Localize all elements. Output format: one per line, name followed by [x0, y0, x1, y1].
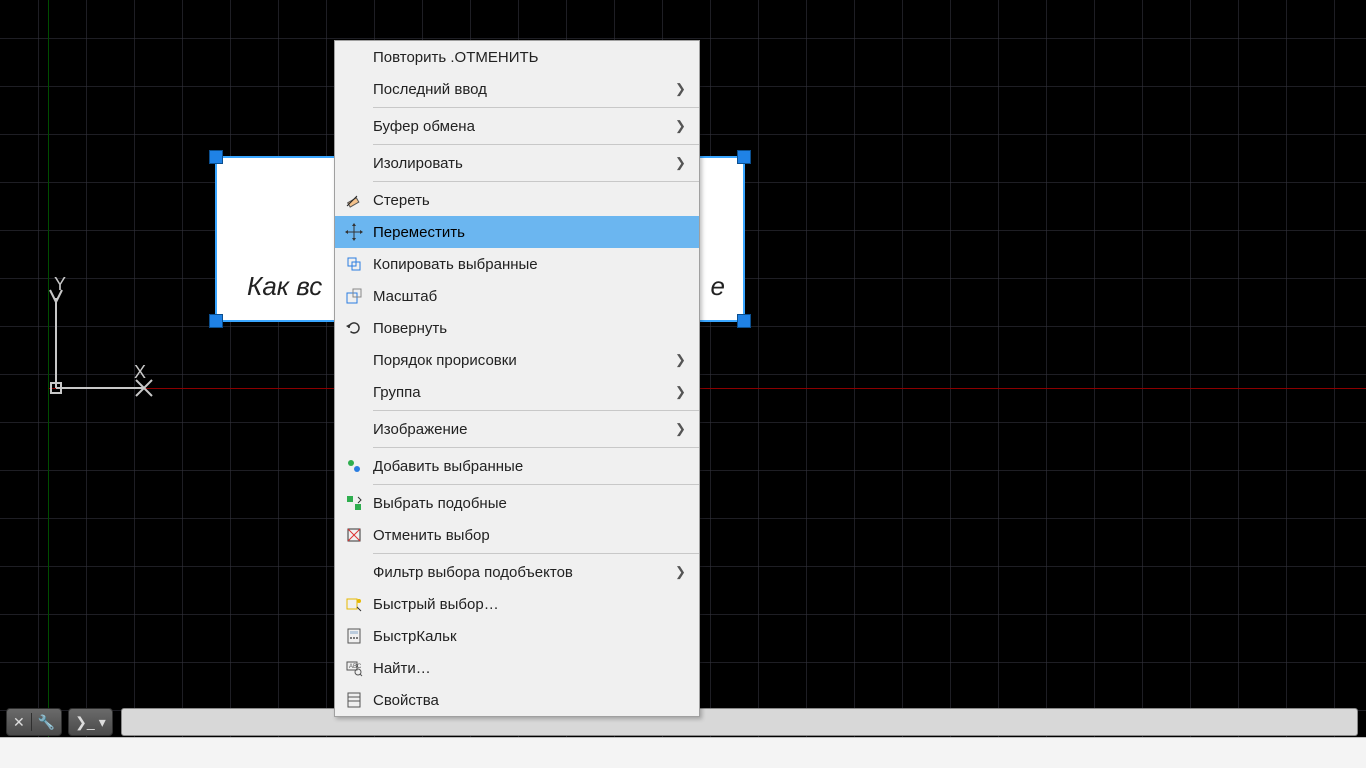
command-line-controls[interactable]: ✕ 🔧: [6, 708, 62, 736]
ucs-y-label: Y: [54, 274, 66, 295]
image-caption-right: е: [711, 271, 725, 302]
status-bar: [0, 737, 1366, 768]
axis-x-line: [48, 388, 1366, 389]
menu-item[interactable]: Фильтр выбора подобъектов❯: [335, 556, 699, 588]
menu-item[interactable]: Порядок прорисовки❯: [335, 344, 699, 376]
move-icon: [335, 223, 373, 241]
submenu-arrow-icon: ❯: [675, 118, 689, 134]
menu-item[interactable]: Группа❯: [335, 376, 699, 408]
menu-item-label: Масштаб: [373, 288, 675, 305]
menu-item[interactable]: ABC Найти…: [335, 652, 699, 684]
menu-item-label: Отменить выбор: [373, 527, 675, 544]
command-input[interactable]: [121, 708, 1358, 736]
qselect-icon: [335, 595, 373, 613]
menu-item-label: Быстрый выбор…: [373, 596, 675, 613]
menu-item[interactable]: Переместить: [335, 216, 699, 248]
menu-separator: [373, 410, 699, 411]
menu-item-label: Порядок прорисовки: [373, 352, 675, 369]
submenu-arrow-icon: ❯: [675, 155, 689, 171]
menu-separator: [373, 447, 699, 448]
menu-separator: [373, 181, 699, 182]
menu-item[interactable]: Быстрый выбор…: [335, 588, 699, 620]
menu-item[interactable]: Повторить .ОТМЕНИТЬ: [335, 41, 699, 73]
menu-item-label: Выбрать подобные: [373, 495, 675, 512]
command-prompt-toggle[interactable]: ❯_ ▾: [68, 708, 113, 736]
submenu-arrow-icon: ❯: [675, 352, 689, 368]
menu-item[interactable]: Стереть: [335, 184, 699, 216]
menu-item-label: Фильтр выбора подобъектов: [373, 564, 675, 581]
menu-item[interactable]: Повернуть: [335, 312, 699, 344]
svg-text:ABC: ABC: [349, 664, 362, 670]
prompt-icon: ❯_: [75, 714, 95, 731]
grip-top-left[interactable]: [209, 150, 223, 164]
menu-item-label: Найти…: [373, 660, 675, 677]
rotate-icon: [335, 319, 373, 337]
find-icon: ABC: [335, 659, 373, 677]
menu-item-label: Повторить .ОТМЕНИТЬ: [373, 49, 675, 66]
menu-separator: [373, 107, 699, 108]
grip-bottom-right[interactable]: [737, 314, 751, 328]
menu-item-label: Повернуть: [373, 320, 675, 337]
grip-top-right[interactable]: [737, 150, 751, 164]
sel-similar-icon: [335, 494, 373, 512]
menu-item-label: Буфер обмена: [373, 118, 675, 135]
menu-item-label: Свойства: [373, 692, 675, 709]
submenu-arrow-icon: ❯: [675, 81, 689, 97]
menu-item[interactable]: Последний ввод❯: [335, 73, 699, 105]
add-sel-icon: [335, 457, 373, 475]
menu-item[interactable]: Отменить выбор: [335, 519, 699, 551]
menu-item[interactable]: Изолировать❯: [335, 147, 699, 179]
erase-icon: [335, 191, 373, 209]
menu-item[interactable]: Копировать выбранные: [335, 248, 699, 280]
copy-icon: [335, 255, 373, 273]
ucs-icon: X Y: [48, 280, 168, 400]
menu-item-label: Последний ввод: [373, 81, 675, 98]
context-menu[interactable]: Повторить .ОТМЕНИТЬПоследний ввод❯Буфер …: [334, 40, 700, 717]
menu-item[interactable]: Свойства: [335, 684, 699, 716]
menu-item[interactable]: Добавить выбранные: [335, 450, 699, 482]
submenu-arrow-icon: ❯: [675, 564, 689, 580]
menu-separator: [373, 553, 699, 554]
menu-item[interactable]: Изображение❯: [335, 413, 699, 445]
menu-item-label: Группа: [373, 384, 675, 401]
menu-separator: [373, 144, 699, 145]
props-icon: [335, 691, 373, 709]
menu-item-label: Добавить выбранные: [373, 458, 675, 475]
menu-item[interactable]: Буфер обмена❯: [335, 110, 699, 142]
menu-item-label: Стереть: [373, 192, 675, 209]
menu-item[interactable]: Масштаб: [335, 280, 699, 312]
submenu-arrow-icon: ❯: [675, 421, 689, 437]
desel-icon: [335, 526, 373, 544]
menu-item-label: Изолировать: [373, 155, 675, 172]
menu-item-label: Изображение: [373, 421, 675, 438]
ucs-x-label: X: [134, 362, 146, 383]
menu-separator: [373, 484, 699, 485]
image-caption-left: Как вс: [247, 271, 322, 302]
menu-item-label: Копировать выбранные: [373, 256, 675, 273]
calc-icon: [335, 627, 373, 645]
wrench-icon[interactable]: 🔧: [38, 714, 55, 731]
menu-item[interactable]: Выбрать подобные: [335, 487, 699, 519]
menu-item-label: БыстрКальк: [373, 628, 675, 645]
close-icon[interactable]: ✕: [13, 714, 25, 731]
grip-bottom-left[interactable]: [209, 314, 223, 328]
scale-icon: [335, 287, 373, 305]
menu-item[interactable]: БыстрКальк: [335, 620, 699, 652]
submenu-arrow-icon: ❯: [675, 384, 689, 400]
menu-item-label: Переместить: [373, 224, 675, 241]
